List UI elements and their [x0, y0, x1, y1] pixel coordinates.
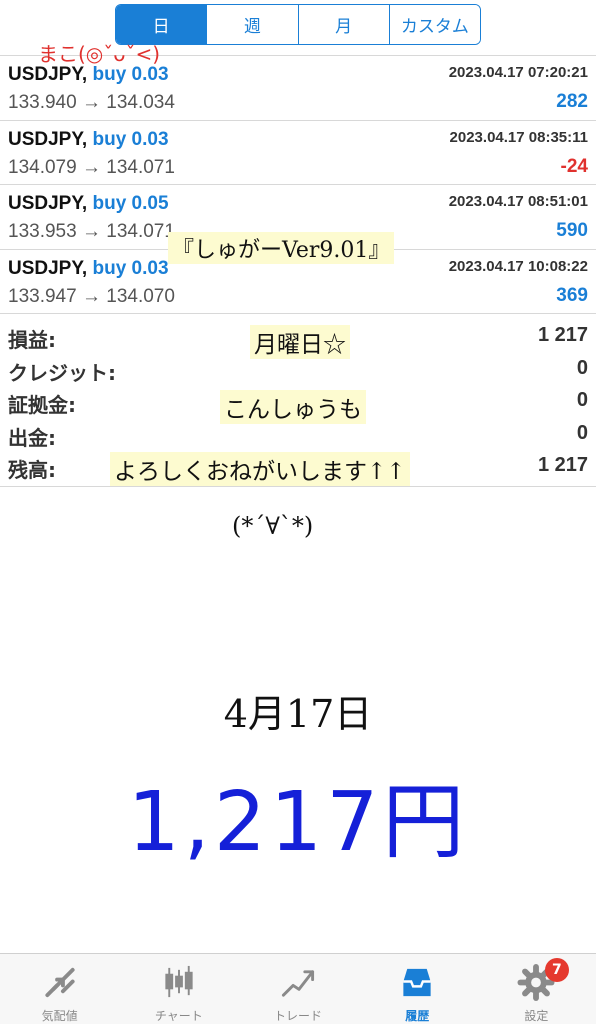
tab-label: チャート: [154, 1009, 203, 1023]
chart-icon: [165, 965, 193, 998]
summary-label: 出金:: [8, 425, 56, 450]
notification-badge: 7: [544, 958, 569, 982]
price-open: 133.940: [8, 92, 77, 113]
price-close: 134.034: [106, 92, 175, 113]
deals-list: USDJPY, buy 0.03 2023.04.17 07:20:21 133…: [0, 56, 596, 314]
summary-label: 残高:: [8, 458, 56, 482]
tab-quotes[interactable]: 気配値: [0, 954, 119, 1024]
arrow-icon: →: [81, 92, 101, 113]
monday-note: 月曜日☆: [250, 325, 350, 359]
deal-profit: 590: [556, 220, 588, 241]
tab-label: トレード: [274, 1009, 323, 1023]
face-emoticon: (*´∀`*): [232, 512, 314, 540]
deal-time: 2023.04.17 08:51:01: [448, 193, 588, 210]
deal-side: buy 0.05: [92, 193, 169, 214]
deal-row[interactable]: USDJPY, buy 0.03 2023.04.17 08:35:11 134…: [0, 121, 596, 185]
tab-settings[interactable]: 7 設定: [477, 954, 596, 1024]
arrow-icon: →: [81, 156, 101, 178]
deal-side: buy 0.03: [92, 64, 169, 85]
tab-custom[interactable]: カスタム: [388, 5, 480, 44]
deal-time: 2023.04.17 10:08:22: [448, 257, 588, 275]
date-note: 4月17日: [223, 692, 373, 736]
author-note: まこ(◎ˇᴗˇ<): [38, 42, 161, 66]
trade-icon: [281, 970, 315, 997]
deal-profit: -24: [560, 155, 588, 177]
quotes-icon: [44, 967, 75, 998]
bottom-tab-bar: 気配値 チャート トレード 履歴 7 設定: [0, 953, 596, 1024]
history-icon: [403, 968, 431, 997]
tab-history[interactable]: 履歴: [358, 954, 477, 1024]
summary-value: 0: [576, 421, 588, 444]
tab-chart[interactable]: チャート: [119, 954, 238, 1024]
period-selector: 日 週 月 カスタム: [115, 4, 481, 45]
tab-week[interactable]: 週: [206, 5, 298, 44]
amount-note: 1,217円: [127, 775, 469, 870]
deal-symbol: USDJPY,: [8, 257, 88, 279]
price-open: 133.953: [8, 221, 77, 242]
summary-label: クレジット:: [8, 360, 116, 385]
deal-symbol: USDJPY,: [8, 193, 88, 214]
summary-value: 1 217: [537, 324, 588, 346]
arrow-icon: →: [81, 221, 101, 242]
deal-side: buy 0.03: [92, 128, 169, 150]
regards-note: よろしくおねがいします↑↑: [110, 452, 410, 486]
deal-side: buy 0.03: [92, 257, 169, 279]
deal-symbol: USDJPY,: [8, 64, 88, 85]
tab-trade[interactable]: トレード: [238, 954, 357, 1024]
deal-profit: 369: [556, 284, 588, 306]
price-close: 134.070: [106, 285, 175, 307]
deal-symbol: USDJPY,: [8, 128, 88, 150]
version-note: 『しゅがーVer9.01』: [168, 232, 395, 264]
price-open: 133.947: [8, 285, 77, 307]
summary-label: 証拠金:: [8, 393, 76, 417]
tab-label: 気配値: [41, 1009, 78, 1023]
tab-label: 設定: [524, 1009, 549, 1023]
summary-label: 損益:: [8, 328, 56, 352]
arrow-icon: →: [81, 285, 101, 307]
divider: [0, 486, 596, 487]
tab-label: 履歴: [405, 1009, 430, 1023]
deal-profit: 282: [556, 91, 588, 112]
deal-time: 2023.04.17 07:20:21: [448, 64, 588, 81]
price-open: 134.079: [8, 156, 77, 178]
price-close: 134.071: [106, 156, 175, 178]
price-close: 134.071: [106, 221, 175, 242]
summary-value: 0: [576, 356, 588, 379]
this-week-note: こんしゅうも: [220, 390, 366, 424]
summary-value: 0: [576, 389, 588, 411]
tab-month[interactable]: 月: [297, 5, 389, 44]
summary-value: 1 217: [537, 454, 588, 476]
deal-time: 2023.04.17 08:35:11: [449, 128, 588, 146]
